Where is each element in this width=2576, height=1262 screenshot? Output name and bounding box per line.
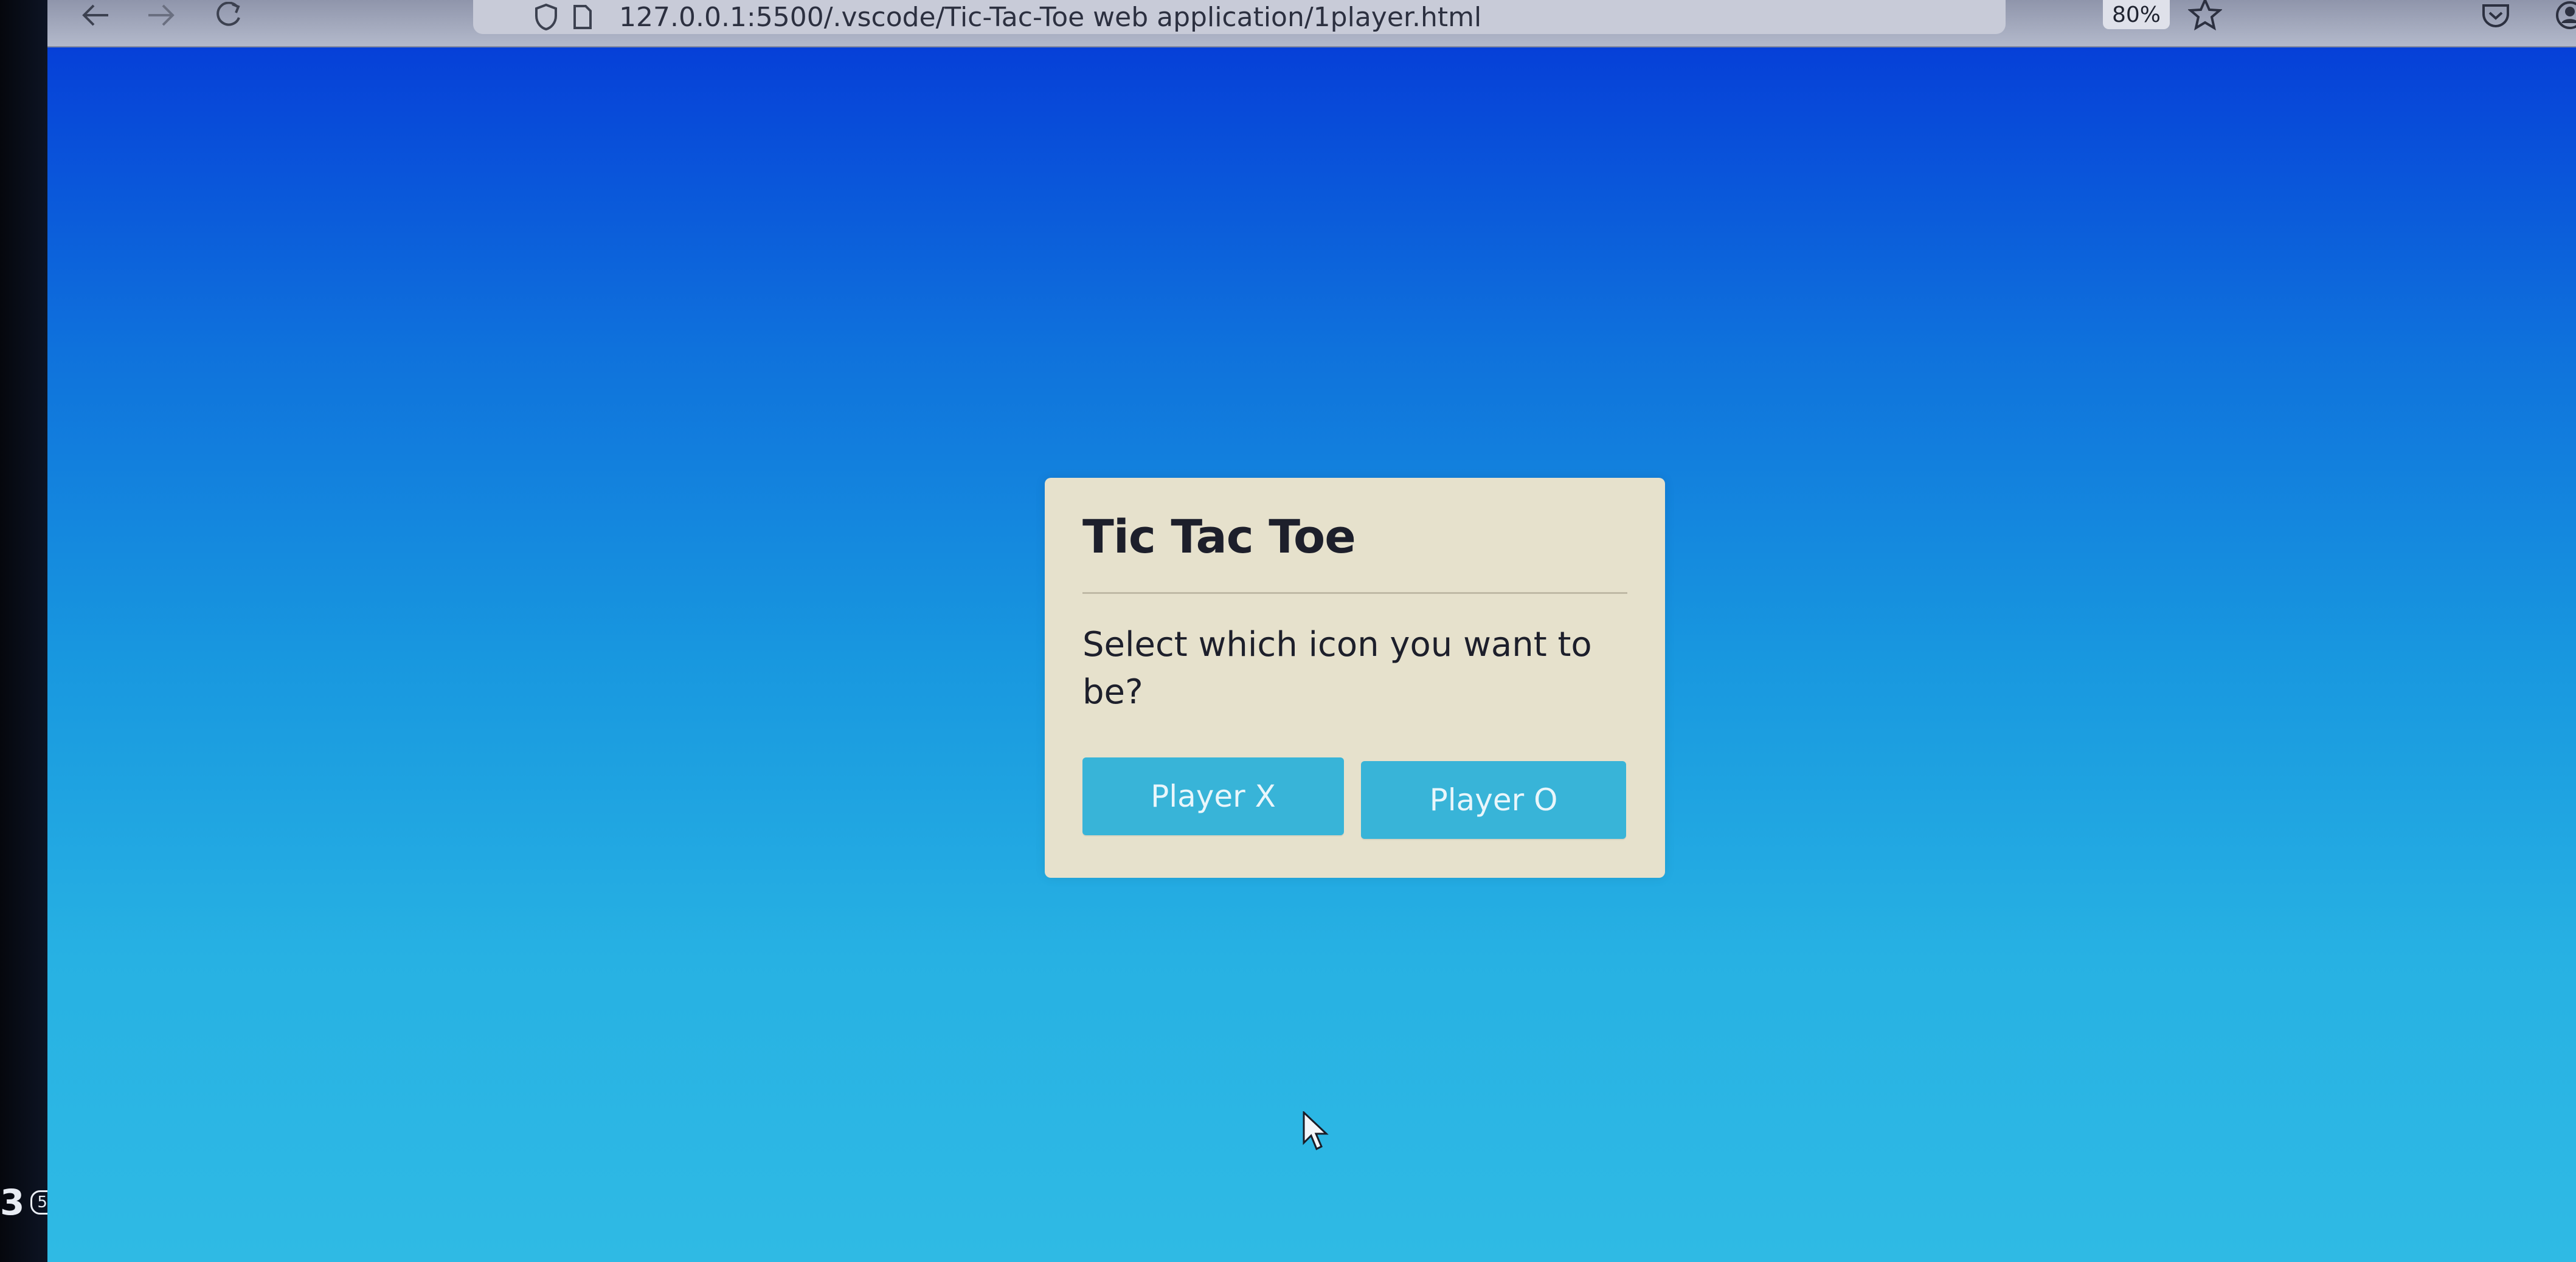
dialog-title: Tic Tac Toe xyxy=(1082,509,1356,564)
reload-icon[interactable] xyxy=(207,0,249,30)
monitor-bezel xyxy=(0,0,47,1262)
arrow-right-icon[interactable] xyxy=(140,0,182,30)
status-number: 3 xyxy=(0,1182,25,1223)
player-o-button[interactable]: Player O xyxy=(1361,761,1626,839)
shield-icon[interactable] xyxy=(528,2,564,32)
mouse-pointer-icon xyxy=(1301,1110,1329,1154)
zoom-level-badge[interactable]: 80% xyxy=(2103,0,2170,29)
dialog-message: Select which icon you want to be? xyxy=(1082,625,1592,712)
player-x-button[interactable]: Player X xyxy=(1082,757,1344,835)
url-text[interactable]: 127.0.0.1:5500/.vscode/Tic-Tac-Toe web a… xyxy=(619,2,1481,33)
arrow-left-icon[interactable] xyxy=(74,0,117,30)
pocket-icon[interactable] xyxy=(2479,0,2513,30)
photo-frame: 3 5G 127.0.0.1:5500/.vscode/Tic-Tac-Toe … xyxy=(0,0,2576,1262)
browser-toolbar: 127.0.0.1:5500/.vscode/Tic-Tac-Toe web a… xyxy=(47,0,2576,47)
page-icon[interactable] xyxy=(564,2,601,32)
dialog-divider xyxy=(1082,592,1627,594)
page-viewport: Tic Tac Toe Select which icon you want t… xyxy=(47,47,2576,1262)
address-bar[interactable]: 127.0.0.1:5500/.vscode/Tic-Tac-Toe web a… xyxy=(473,0,2006,34)
player-select-dialog: Tic Tac Toe Select which icon you want t… xyxy=(1045,478,1665,878)
star-icon[interactable] xyxy=(2187,0,2223,41)
account-icon[interactable] xyxy=(2553,0,2576,30)
